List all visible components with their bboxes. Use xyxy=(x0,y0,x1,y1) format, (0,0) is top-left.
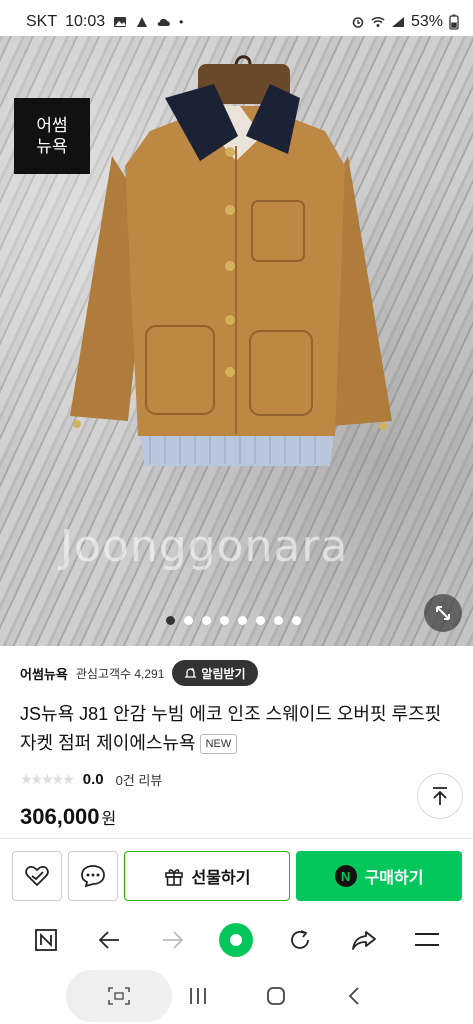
chat-bubble-icon xyxy=(81,865,105,888)
system-navigation xyxy=(0,968,473,1024)
back-button[interactable] xyxy=(89,920,129,960)
product-title: JS뉴욕 J81 안감 누빔 에코 인조 스웨이드 오버핏 루즈핏 자켓 점퍼 … xyxy=(20,700,450,758)
brand-badge-line2: 뉴욕 xyxy=(36,137,68,156)
forward-button[interactable] xyxy=(153,920,193,960)
star-rating-icon: ★★★★★ xyxy=(20,771,75,787)
talk-button[interactable] xyxy=(68,851,118,901)
recents-button[interactable] xyxy=(180,978,216,1014)
brand-badge-line1: 어썸 xyxy=(36,116,68,135)
new-tag: NEW xyxy=(199,734,238,754)
capture-button[interactable] xyxy=(66,970,172,1022)
followers-label: 관심고객수 4,291 xyxy=(75,666,165,681)
cloud-icon xyxy=(157,18,170,26)
back-arrow-icon xyxy=(99,931,120,949)
carousel-dot[interactable] xyxy=(238,616,247,625)
battery-label: 53% xyxy=(410,13,443,30)
review-count[interactable]: 0건 리뷰 xyxy=(116,770,163,789)
refresh-button[interactable] xyxy=(280,920,320,960)
capture-icon xyxy=(108,987,130,1005)
expand-icon xyxy=(436,606,450,620)
app-icon xyxy=(137,17,148,27)
naver-tab-icon xyxy=(34,929,57,951)
gift-button[interactable]: 선물하기 xyxy=(124,851,290,901)
carousel-dot[interactable] xyxy=(166,616,175,625)
image-icon xyxy=(114,17,127,27)
carousel-indicator xyxy=(166,616,301,625)
expand-image-button[interactable] xyxy=(424,594,462,632)
seller-row: 어썸뉴욕 관심고객수 4,291 알림받기 xyxy=(20,660,460,686)
share-button[interactable] xyxy=(344,920,384,960)
buy-button-label: 구매하기 xyxy=(364,870,424,887)
system-back-button[interactable] xyxy=(336,978,372,1014)
signal-icon xyxy=(391,17,404,27)
wifi-icon xyxy=(371,16,385,27)
system-home-button[interactable] xyxy=(258,978,294,1014)
tabs-button[interactable] xyxy=(26,920,66,960)
scroll-top-button[interactable] xyxy=(417,773,463,819)
brand-badge: 어썸 뉴욕 xyxy=(14,98,90,174)
dot-icon: • xyxy=(179,15,184,29)
alarm-icon xyxy=(352,17,364,28)
heart-check-icon xyxy=(25,866,49,887)
purchase-bar: 선물하기 N 구매하기 xyxy=(0,838,473,912)
home-button[interactable] xyxy=(216,920,256,960)
forward-arrow-icon xyxy=(162,931,184,949)
carousel-dot[interactable] xyxy=(202,616,211,625)
rating-row[interactable]: ★★★★★ 0.0 0건 리뷰 xyxy=(20,770,162,789)
gift-icon xyxy=(164,869,183,886)
time-label: 10:03 xyxy=(65,13,106,30)
buy-button[interactable]: N 구매하기 xyxy=(296,851,462,901)
carousel-dot[interactable] xyxy=(256,616,265,625)
home-icon xyxy=(267,987,285,1005)
home-icon xyxy=(219,923,254,957)
carousel-dot[interactable] xyxy=(274,616,283,625)
refresh-icon xyxy=(291,930,309,949)
rating-value: 0.0 xyxy=(82,771,104,788)
arrow-up-icon xyxy=(433,787,447,805)
bell-plus-icon xyxy=(184,667,197,678)
battery-icon xyxy=(449,14,459,30)
carrier-label: SKT xyxy=(26,13,58,30)
carousel-dot[interactable] xyxy=(292,616,301,625)
alarm-button[interactable]: 알림받기 xyxy=(172,660,258,686)
alarm-button-label: 알림받기 xyxy=(201,666,246,681)
product-image[interactable]: 어썸 뉴욕 Joonggonara xyxy=(0,36,473,646)
price-value: 306,000 xyxy=(20,804,100,829)
currency-label: 원 xyxy=(101,811,117,828)
seller-name[interactable]: 어썸뉴욕 xyxy=(20,664,68,683)
menu-button[interactable] xyxy=(407,920,447,960)
recents-icon xyxy=(190,988,206,1004)
wishlist-button[interactable] xyxy=(12,851,62,901)
browser-toolbar xyxy=(0,912,473,968)
price: 306,000 원 xyxy=(20,804,116,830)
watermark: Joonggonara xyxy=(60,521,349,572)
share-icon xyxy=(351,931,376,950)
carousel-dot[interactable] xyxy=(184,616,193,625)
gift-button-label: 선물하기 xyxy=(191,870,251,887)
carousel-dot[interactable] xyxy=(220,616,229,625)
back-icon xyxy=(348,987,359,1005)
naver-pay-logo: N xyxy=(334,865,357,887)
menu-icon xyxy=(415,933,440,946)
